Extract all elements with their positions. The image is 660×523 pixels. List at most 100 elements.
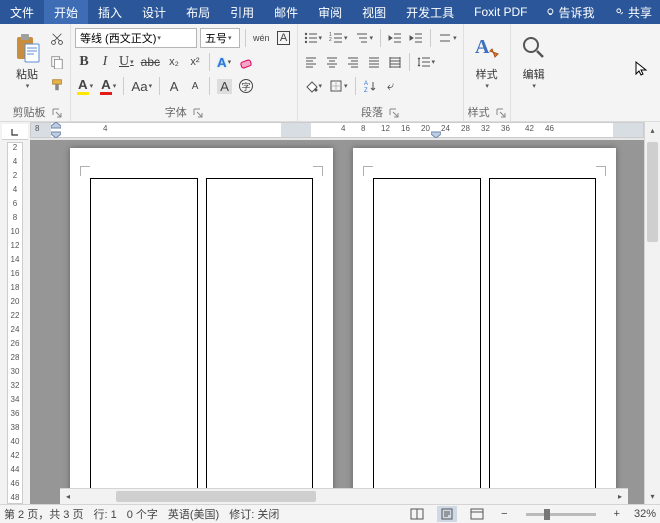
font-name-combo[interactable]: 等线 (西文正文)▾ bbox=[75, 28, 197, 48]
font-color-button[interactable]: A▾ bbox=[98, 76, 118, 96]
tab-home[interactable]: 开始 bbox=[44, 0, 88, 24]
char-border-icon: A bbox=[277, 31, 290, 45]
page bbox=[70, 148, 333, 504]
horizontal-scrollbar[interactable]: ◂ ▸ bbox=[60, 488, 628, 504]
line-spacing-button[interactable]: ▾ bbox=[415, 52, 438, 72]
zoom-out-button[interactable]: − bbox=[497, 508, 511, 520]
grow-font-button[interactable]: A bbox=[165, 76, 183, 96]
zoom-knob[interactable] bbox=[544, 509, 550, 520]
format-painter-button[interactable] bbox=[48, 75, 66, 95]
align-right-button[interactable] bbox=[344, 52, 362, 72]
share-icon bbox=[615, 7, 625, 17]
view-web-button[interactable] bbox=[467, 506, 487, 522]
tab-selector[interactable] bbox=[2, 124, 28, 140]
brush-icon bbox=[50, 78, 64, 92]
share-button[interactable]: 共享 bbox=[607, 0, 660, 24]
chevron-down-icon: ▾ bbox=[485, 82, 489, 90]
char-border-button[interactable]: A bbox=[275, 28, 293, 48]
align-justify-button[interactable] bbox=[365, 52, 383, 72]
group-paragraph: ▾ 12▾ ▾ ▾ ▾ ▾ ▾ A bbox=[298, 24, 464, 121]
superscript-button[interactable]: x² bbox=[186, 52, 204, 72]
zoom-value[interactable]: 32% bbox=[634, 508, 656, 520]
zoom-in-button[interactable]: + bbox=[610, 508, 624, 520]
highlight-button[interactable]: A▾ bbox=[75, 76, 95, 96]
tab-review[interactable]: 审阅 bbox=[308, 0, 352, 24]
indent-marker[interactable] bbox=[431, 122, 441, 138]
view-print-button[interactable] bbox=[437, 506, 457, 522]
print-layout-icon bbox=[440, 508, 454, 520]
chevron-down-icon: ▾ bbox=[26, 82, 30, 90]
group-font: 等线 (西文正文)▾ 五号▾ wén A B I U▾ abc x₂ x² A▾ bbox=[71, 24, 298, 121]
tab-foxit[interactable]: Foxit PDF bbox=[464, 0, 537, 24]
strikethrough-button[interactable]: abc bbox=[139, 52, 162, 72]
clear-format-button[interactable] bbox=[236, 52, 256, 72]
numbering-button[interactable]: 12▾ bbox=[327, 28, 350, 48]
decrease-indent-button[interactable] bbox=[386, 28, 404, 48]
tab-view[interactable]: 视图 bbox=[352, 0, 396, 24]
vscroll-thumb[interactable] bbox=[647, 142, 658, 242]
bullets-button[interactable]: ▾ bbox=[302, 28, 325, 48]
bold-button[interactable]: B bbox=[75, 52, 93, 72]
dialog-launcher-icon[interactable] bbox=[193, 108, 203, 118]
align-left-button[interactable] bbox=[302, 52, 320, 72]
phonetic-guide-button[interactable]: wén bbox=[251, 28, 272, 48]
status-line[interactable]: 行: 1 bbox=[93, 506, 116, 522]
font-size-combo[interactable]: 五号▾ bbox=[200, 28, 240, 48]
paste-button[interactable]: 粘贴 ▾ bbox=[8, 26, 46, 94]
tab-file[interactable]: 文件 bbox=[0, 0, 44, 24]
scroll-down-icon[interactable]: ▾ bbox=[645, 488, 660, 504]
shrink-font-button[interactable]: A bbox=[186, 76, 204, 96]
vertical-ruler[interactable]: 2424681012141618202224262830323436384042… bbox=[7, 142, 23, 504]
italic-button[interactable]: I bbox=[96, 52, 114, 72]
vertical-scrollbar[interactable]: ▴ ▾ bbox=[644, 122, 660, 504]
svg-text:A: A bbox=[475, 36, 490, 58]
editing-button[interactable]: 编辑 ▾ bbox=[515, 26, 553, 94]
tab-insert[interactable]: 插入 bbox=[88, 0, 132, 24]
status-language[interactable]: 英语(美国) bbox=[168, 506, 219, 522]
tab-layout[interactable]: 布局 bbox=[176, 0, 220, 24]
zoom-slider[interactable] bbox=[526, 513, 596, 516]
shading-button[interactable]: ▾ bbox=[302, 76, 325, 96]
scroll-left-icon[interactable]: ◂ bbox=[60, 489, 76, 505]
hscroll-thumb[interactable] bbox=[116, 491, 316, 502]
enclose-char-button[interactable]: 字 bbox=[237, 76, 255, 96]
view-read-button[interactable] bbox=[407, 506, 427, 522]
sort-button[interactable]: AZ bbox=[361, 76, 379, 96]
scroll-right-icon[interactable]: ▸ bbox=[612, 489, 628, 505]
dialog-launcher-icon[interactable] bbox=[496, 108, 506, 118]
indent-marker[interactable] bbox=[51, 122, 61, 138]
cursor-icon bbox=[634, 60, 650, 76]
status-track[interactable]: 修订: 关闭 bbox=[229, 506, 279, 522]
underline-button[interactable]: U▾ bbox=[117, 52, 136, 72]
subscript-button[interactable]: x₂ bbox=[165, 52, 183, 72]
tab-design[interactable]: 设计 bbox=[132, 0, 176, 24]
increase-indent-button[interactable] bbox=[407, 28, 425, 48]
align-center-button[interactable] bbox=[323, 52, 341, 72]
borders-button[interactable]: ▾ bbox=[327, 76, 350, 96]
group-editing: 编辑 ▾ bbox=[511, 24, 557, 121]
document-canvas[interactable]: ◂ ▸ bbox=[30, 140, 644, 504]
status-words[interactable]: 0 个字 bbox=[127, 506, 158, 522]
tell-me[interactable]: 告诉我 bbox=[538, 0, 603, 24]
styles-button[interactable]: A 样式 ▾ bbox=[468, 26, 506, 94]
dialog-launcher-icon[interactable] bbox=[52, 108, 62, 118]
tab-developer[interactable]: 开发工具 bbox=[396, 0, 464, 24]
asian-line-button[interactable]: ▾ bbox=[436, 28, 459, 48]
change-case-button[interactable]: Aa▾ bbox=[129, 76, 154, 96]
shading-icon: A bbox=[217, 79, 232, 94]
status-page[interactable]: 第 2 页，共 3 页 bbox=[4, 506, 83, 522]
number-list-icon: 12 bbox=[329, 31, 343, 45]
text-effects-button[interactable]: A▾ bbox=[215, 52, 233, 72]
scroll-up-icon[interactable]: ▴ bbox=[645, 122, 660, 138]
dialog-launcher-icon[interactable] bbox=[389, 108, 399, 118]
horizontal-ruler[interactable]: 8448121620242832364246 bbox=[30, 122, 644, 138]
copy-button[interactable] bbox=[48, 52, 66, 72]
multilevel-button[interactable]: ▾ bbox=[353, 28, 376, 48]
align-distribute-button[interactable] bbox=[386, 52, 404, 72]
cut-button[interactable] bbox=[48, 29, 66, 49]
tab-mailings[interactable]: 邮件 bbox=[264, 0, 308, 24]
show-marks-button[interactable]: ⤶ bbox=[382, 76, 400, 96]
text-effect-icon: A bbox=[217, 55, 227, 70]
tab-references[interactable]: 引用 bbox=[220, 0, 264, 24]
char-shading-button[interactable]: A bbox=[215, 76, 234, 96]
